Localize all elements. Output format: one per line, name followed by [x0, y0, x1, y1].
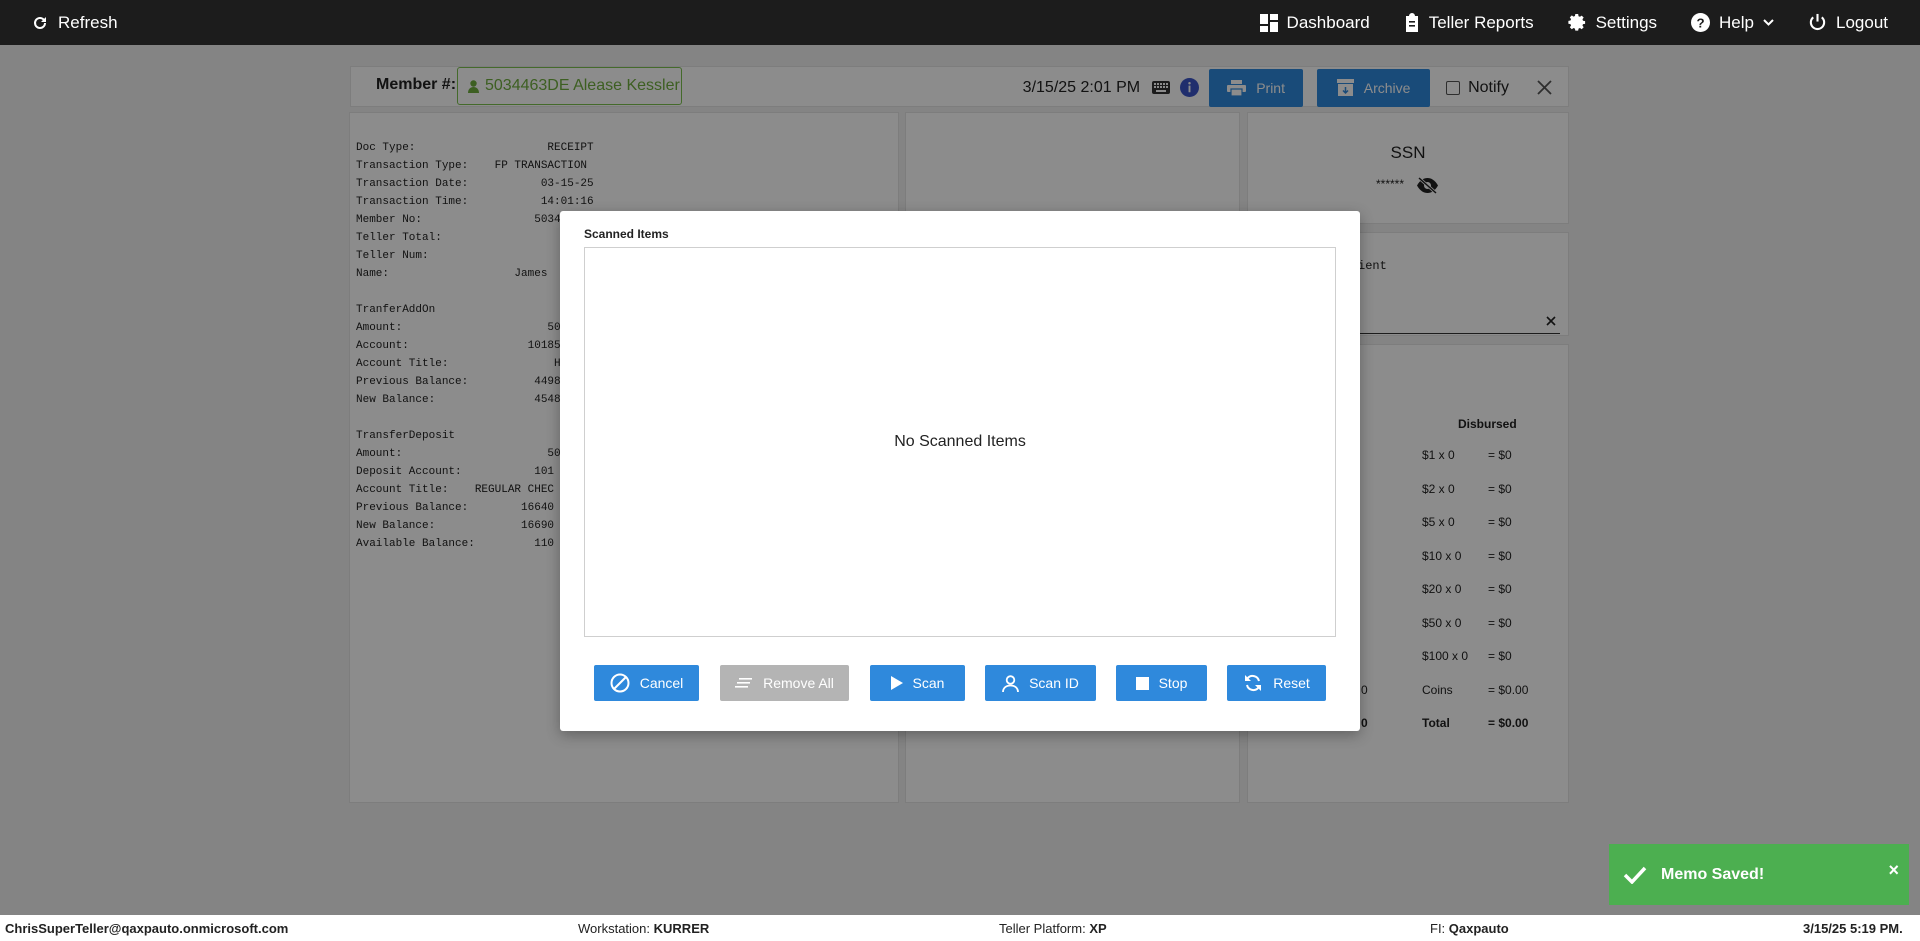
- top-nav-menu: Dashboard Teller Reports Settings ? Help…: [1259, 0, 1888, 45]
- stop-icon: [1135, 676, 1149, 690]
- power-icon: [1809, 13, 1826, 31]
- reset-label: Reset: [1273, 675, 1310, 691]
- nav-teller-reports-label: Teller Reports: [1428, 12, 1534, 32]
- reset-button[interactable]: Reset: [1227, 665, 1326, 701]
- toast-message: Memo Saved!: [1661, 865, 1765, 883]
- nav-help[interactable]: ? Help: [1691, 13, 1774, 33]
- memo-saved-toast: Memo Saved! ×: [1609, 844, 1909, 905]
- top-navbar: Refresh Dashboard Teller Reports Setting…: [0, 0, 1920, 45]
- refresh-icon: [34, 16, 46, 29]
- clipboard-icon: [1405, 13, 1418, 32]
- nav-logout-label: Logout: [1836, 12, 1888, 32]
- cancel-button[interactable]: Cancel: [594, 665, 699, 701]
- scanned-items-area: No Scanned Items: [584, 247, 1336, 637]
- chevron-down-icon: [1763, 18, 1774, 26]
- status-footer: ChrisSuperTeller@qaxpauto.onmicrosoft.co…: [0, 915, 1920, 941]
- gear-icon: [1567, 13, 1585, 31]
- footer-platform: Teller Platform: XP: [999, 921, 1107, 936]
- cancel-label: Cancel: [639, 675, 684, 691]
- footer-platform-value: XP: [1089, 921, 1107, 936]
- clear-format-icon: [735, 678, 753, 688]
- refresh-button[interactable]: Refresh: [32, 0, 118, 45]
- scan-label: Scan: [912, 675, 945, 691]
- footer-workstation-label: Workstation:: [578, 921, 651, 936]
- help-circle-icon: ?: [1691, 13, 1711, 32]
- footer-platform-label: Teller Platform:: [999, 921, 1086, 936]
- nav-settings[interactable]: Settings: [1567, 12, 1658, 33]
- footer-fi-value: Qaxpauto: [1448, 921, 1509, 936]
- nav-logout[interactable]: Logout: [1808, 13, 1888, 33]
- footer-user: ChrisSuperTeller@qaxpauto.onmicrosoft.co…: [5, 921, 289, 936]
- nav-help-label: Help: [1719, 12, 1754, 32]
- footer-workstation-value: KURRER: [653, 921, 710, 936]
- svg-text:?: ?: [1696, 15, 1704, 30]
- footer-fi-label: FI:: [1430, 921, 1446, 936]
- toast-close-button[interactable]: ×: [1888, 860, 1899, 881]
- stop-label: Stop: [1158, 675, 1188, 691]
- modal-button-row: Cancel Remove All Scan Scan ID Stop Rese…: [594, 665, 1326, 701]
- remove-all-label: Remove All: [763, 675, 834, 691]
- scan-button[interactable]: Scan: [870, 665, 965, 701]
- modal-title: Scanned Items: [584, 227, 669, 241]
- refresh-label: Refresh: [58, 12, 118, 32]
- scanned-items-modal: Scanned Items No Scanned Items Cancel Re…: [560, 211, 1360, 731]
- footer-datetime: 3/15/25 5:19 PM.: [1803, 921, 1903, 936]
- play-icon: [890, 676, 903, 690]
- empty-state-text: No Scanned Items: [894, 433, 1026, 450]
- scan-id-label: Scan ID: [1029, 675, 1079, 691]
- remove-all-button[interactable]: Remove All: [720, 665, 849, 701]
- sync-icon: [1245, 674, 1262, 692]
- footer-workstation: Workstation: KURRER: [578, 921, 709, 936]
- nav-dashboard-label: Dashboard: [1286, 12, 1370, 32]
- check-icon: [1623, 866, 1647, 884]
- ban-icon: [610, 673, 630, 693]
- scan-id-button[interactable]: Scan ID: [985, 665, 1096, 701]
- dashboard-icon: [1259, 13, 1278, 32]
- nav-dashboard[interactable]: Dashboard: [1259, 12, 1370, 33]
- user-outline-icon: [1002, 674, 1019, 692]
- nav-teller-reports[interactable]: Teller Reports: [1404, 13, 1534, 33]
- stop-button[interactable]: Stop: [1116, 665, 1207, 701]
- nav-settings-label: Settings: [1595, 12, 1658, 32]
- footer-fi: FI: Qaxpauto: [1430, 921, 1509, 936]
